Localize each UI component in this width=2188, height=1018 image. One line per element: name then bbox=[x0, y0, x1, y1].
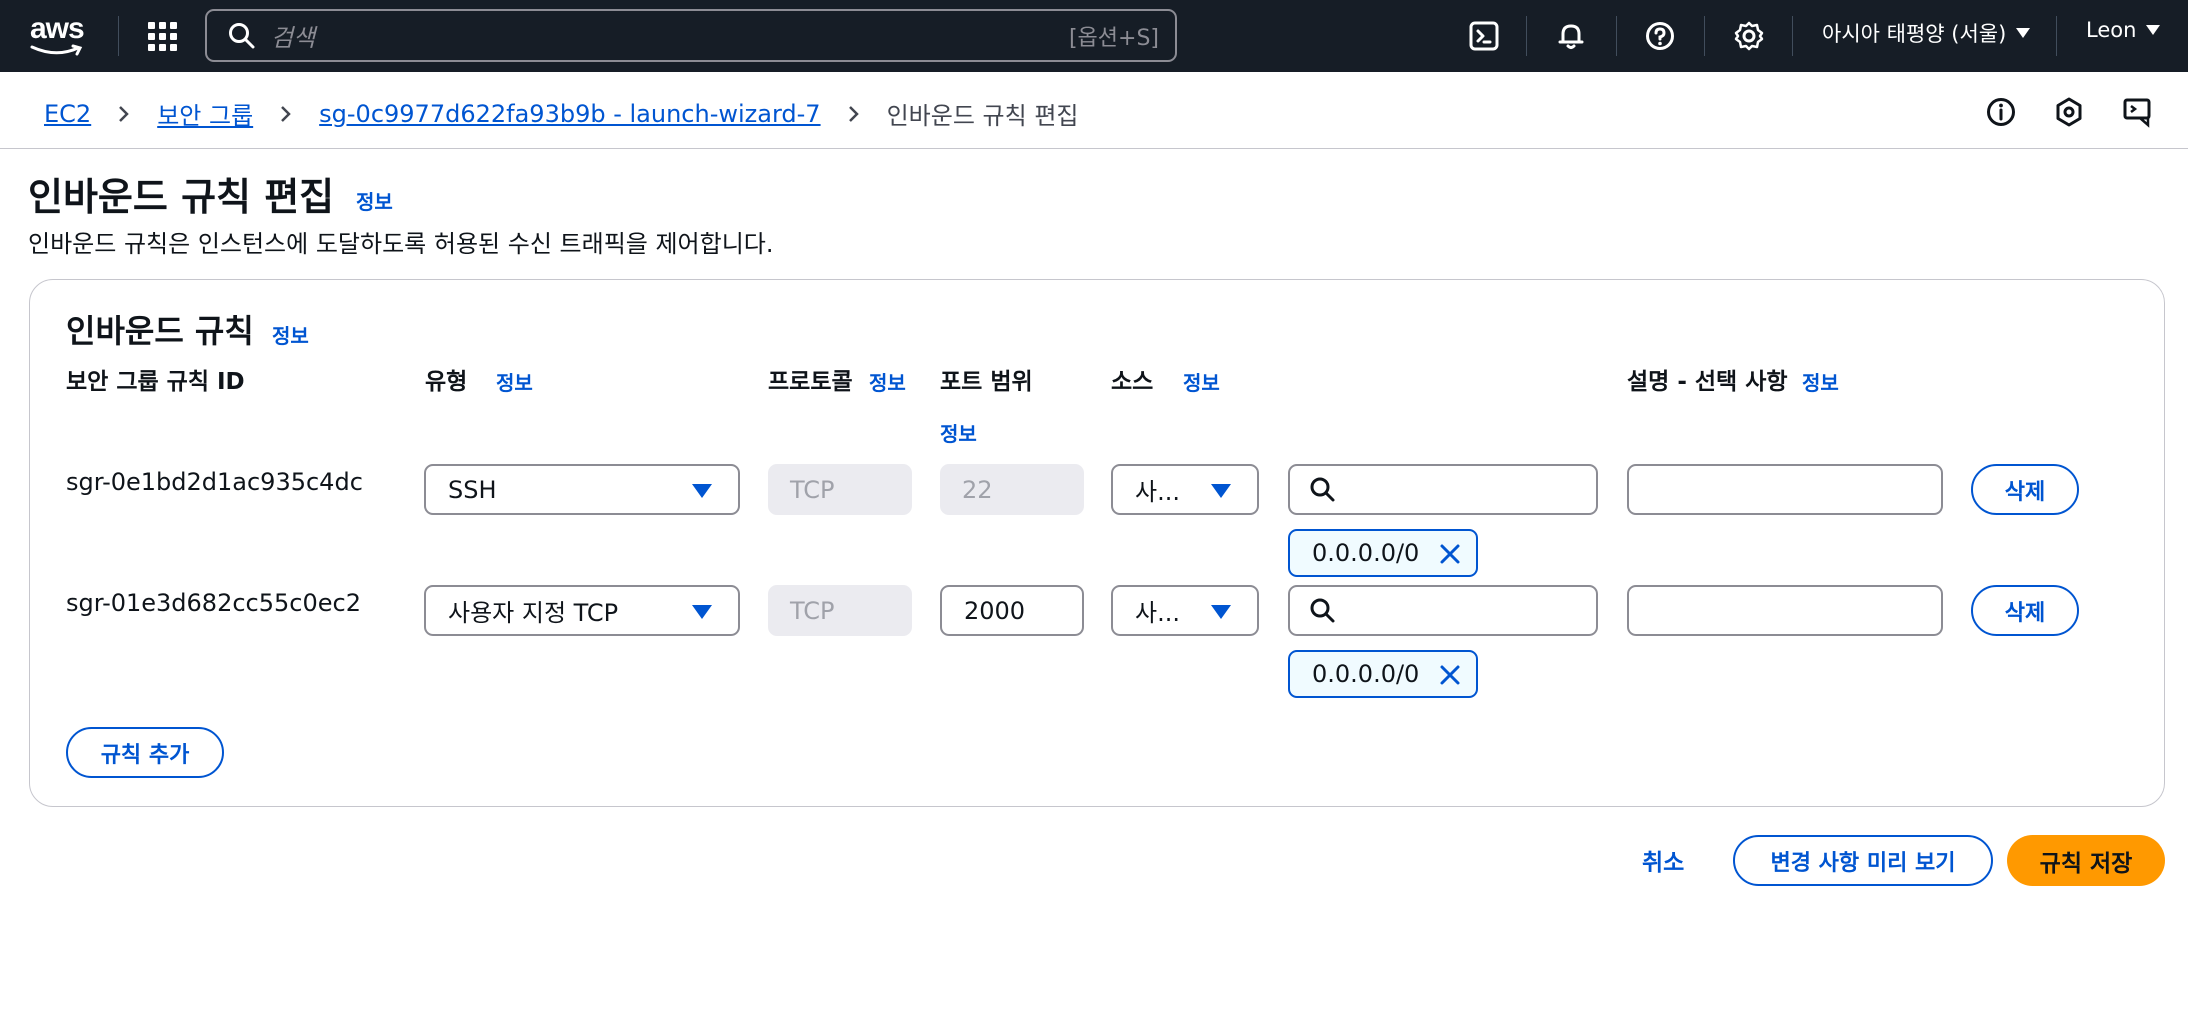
protocol-field: TCP bbox=[768, 585, 912, 636]
remove-token-icon[interactable] bbox=[1438, 542, 1462, 566]
protocol-info-link[interactable]: 정보 bbox=[869, 367, 906, 396]
cidr-token-label: 0.0.0.0/0 bbox=[1312, 660, 1420, 688]
type-value: 사용자 지정 TCP bbox=[448, 599, 619, 627]
preview-changes-button[interactable]: 변경 사항 미리 보기 bbox=[1733, 835, 1993, 886]
feedback-console-icon[interactable] bbox=[2122, 96, 2154, 128]
caret-down-icon bbox=[692, 484, 712, 498]
region-label: 아시아 태평양 (서울) bbox=[1822, 22, 2007, 46]
nav-divider bbox=[1616, 16, 1617, 56]
column-header-description: 설명 - 선택 사항 bbox=[1627, 369, 1788, 395]
chevron-right-icon bbox=[281, 105, 291, 122]
search-shortcut: [옵션+S] bbox=[1068, 25, 1159, 51]
top-navigation: aws 검색 [옵션+S] 아시아 태평양 (서울) Leon bbox=[0, 0, 2188, 72]
nav-divider bbox=[2056, 16, 2057, 56]
port-range-input[interactable]: 2000 bbox=[940, 585, 1084, 636]
rule-id: sgr-01e3d682cc55c0ec2 bbox=[66, 589, 361, 617]
column-header-rule-id: 보안 그룹 규칙 ID bbox=[66, 369, 245, 395]
delete-rule-button[interactable]: 삭제 bbox=[1971, 464, 2079, 515]
breadcrumb-ec2[interactable]: EC2 bbox=[44, 100, 91, 128]
rule-id: sgr-0e1bd2d1ac935c4dc bbox=[66, 468, 363, 496]
cidr-token-label: 0.0.0.0/0 bbox=[1312, 539, 1420, 567]
user-name: Leon bbox=[2086, 18, 2137, 42]
cancel-button[interactable]: 취소 bbox=[1642, 843, 1684, 877]
source-select[interactable]: 사... bbox=[1111, 464, 1259, 515]
port-range-field: 22 bbox=[940, 464, 1084, 515]
aws-logo[interactable]: aws bbox=[30, 14, 88, 58]
type-value: SSH bbox=[448, 475, 497, 504]
source-info-link[interactable]: 정보 bbox=[1183, 367, 1220, 396]
cidr-token: 0.0.0.0/0 bbox=[1288, 650, 1478, 698]
type-select[interactable]: 사용자 지정 TCP bbox=[424, 585, 740, 636]
panel-title: 인바운드 규칙 bbox=[66, 312, 254, 350]
nav-divider bbox=[1526, 16, 1527, 56]
search-icon bbox=[1310, 477, 1335, 501]
search-placeholder: 검색 bbox=[271, 24, 316, 52]
protocol-field: TCP bbox=[768, 464, 912, 515]
description-input[interactable] bbox=[1627, 585, 1943, 636]
search-icon bbox=[229, 22, 255, 48]
cidr-search-input[interactable] bbox=[1288, 464, 1598, 515]
port-range-value: 2000 bbox=[964, 596, 1026, 625]
page-title-info-link[interactable]: 정보 bbox=[356, 186, 393, 215]
source-select[interactable]: 사... bbox=[1111, 585, 1259, 636]
save-rules-button[interactable]: 규칙 저장 bbox=[2007, 835, 2165, 886]
breadcrumb-security-group[interactable]: sg-0c9977d622fa93b9b - launch-wizard-7 bbox=[319, 100, 820, 128]
search-input[interactable]: 검색 [옵션+S] bbox=[205, 9, 1177, 62]
region-selector[interactable]: 아시아 태평양 (서울) bbox=[1822, 18, 2031, 48]
notifications-bell-icon[interactable] bbox=[1555, 20, 1587, 52]
caret-down-icon bbox=[692, 605, 712, 619]
source-value: 사... bbox=[1135, 478, 1180, 506]
type-select[interactable]: SSH bbox=[424, 464, 740, 515]
type-info-link[interactable]: 정보 bbox=[496, 367, 533, 396]
description-info-link[interactable]: 정보 bbox=[1802, 367, 1839, 396]
port-range-info-link[interactable]: 정보 bbox=[940, 418, 977, 447]
inbound-rules-panel: 인바운드 규칙 정보 보안 그룹 규칙 ID 유형 정보 프로토콜 정보 포트 … bbox=[29, 279, 2165, 807]
caret-down-icon bbox=[1211, 605, 1231, 619]
breadcrumb-security-groups[interactable]: 보안 그룹 bbox=[157, 96, 253, 131]
description-input[interactable] bbox=[1627, 464, 1943, 515]
cloudshell-icon[interactable] bbox=[1468, 20, 1500, 52]
caret-down-icon bbox=[2016, 28, 2031, 38]
breadcrumb: EC2 보안 그룹 sg-0c9977d622fa93b9b - launch-… bbox=[44, 96, 1078, 131]
column-header-type: 유형 bbox=[425, 369, 468, 395]
aws-logo-text: aws bbox=[30, 12, 85, 45]
caret-down-icon bbox=[1211, 484, 1231, 498]
settings-gear-icon[interactable] bbox=[1733, 20, 1765, 52]
cidr-search-input[interactable] bbox=[1288, 585, 1598, 636]
hexagon-icon[interactable] bbox=[2053, 96, 2085, 128]
breadcrumb-current: 인바운드 규칙 편집 bbox=[886, 102, 1079, 130]
nav-divider bbox=[1704, 16, 1705, 56]
aws-smile-icon bbox=[30, 44, 83, 56]
add-rule-button[interactable]: 규칙 추가 bbox=[66, 727, 224, 778]
breadcrumb-bar: EC2 보안 그룹 sg-0c9977d622fa93b9b - launch-… bbox=[0, 72, 2188, 149]
remove-token-icon[interactable] bbox=[1438, 663, 1462, 687]
chevron-right-icon bbox=[848, 105, 859, 122]
column-header-source: 소스 bbox=[1111, 369, 1154, 395]
cidr-token: 0.0.0.0/0 bbox=[1288, 529, 1478, 577]
chevron-right-icon bbox=[119, 105, 129, 122]
column-header-protocol: 프로토콜 bbox=[768, 369, 853, 395]
panel-info-link[interactable]: 정보 bbox=[272, 320, 309, 349]
source-value: 사... bbox=[1135, 599, 1180, 627]
nav-divider bbox=[118, 16, 119, 56]
delete-rule-button[interactable]: 삭제 bbox=[1971, 585, 2079, 636]
caret-down-icon bbox=[2146, 25, 2161, 35]
nav-divider bbox=[1792, 16, 1793, 56]
page-description: 인바운드 규칙은 인스턴스에 도달하도록 허용된 수신 트래픽을 제어합니다. bbox=[28, 230, 774, 258]
services-menu-icon[interactable] bbox=[146, 20, 178, 52]
help-icon[interactable] bbox=[1644, 20, 1676, 52]
page-title: 인바운드 규칙 편집 bbox=[28, 175, 335, 219]
search-icon bbox=[1310, 598, 1335, 622]
account-menu[interactable]: Leon bbox=[2086, 18, 2161, 42]
column-header-port-range: 포트 범위 bbox=[940, 369, 1033, 395]
info-panel-icon[interactable] bbox=[1985, 96, 2017, 128]
